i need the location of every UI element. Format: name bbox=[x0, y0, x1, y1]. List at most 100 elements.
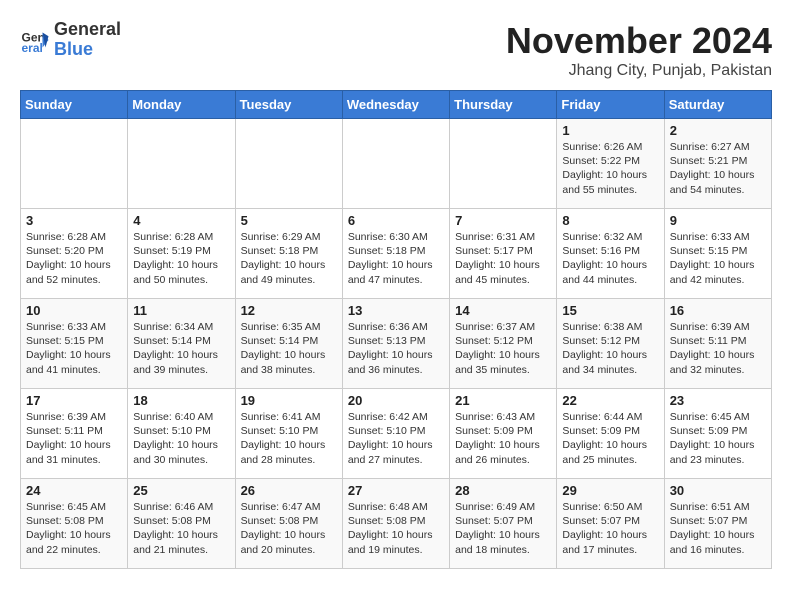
day-number: 22 bbox=[562, 393, 658, 408]
logo-text: General Blue bbox=[54, 20, 121, 60]
day-number: 5 bbox=[241, 213, 337, 228]
day-number: 13 bbox=[348, 303, 444, 318]
day-number: 18 bbox=[133, 393, 229, 408]
day-cell: 7Sunrise: 6:31 AM Sunset: 5:17 PM Daylig… bbox=[450, 209, 557, 299]
weekday-header-row: SundayMondayTuesdayWednesdayThursdayFrid… bbox=[21, 91, 772, 119]
day-cell: 12Sunrise: 6:35 AM Sunset: 5:14 PM Dayli… bbox=[235, 299, 342, 389]
weekday-header-saturday: Saturday bbox=[664, 91, 771, 119]
day-info: Sunrise: 6:36 AM Sunset: 5:13 PM Dayligh… bbox=[348, 320, 444, 377]
calendar-table: SundayMondayTuesdayWednesdayThursdayFrid… bbox=[20, 90, 772, 569]
day-number: 6 bbox=[348, 213, 444, 228]
day-cell: 5 Sunrise: 6:29 AM Sunset: 5:18 PM Daylig… bbox=[235, 209, 342, 299]
day-cell: 29 Sunrise: 6:50 AM Sunset: 5:07 PM Dayli… bbox=[557, 479, 664, 569]
day-cell: 21Sunrise: 6:43 AM Sunset: 5:09 PM Dayli… bbox=[450, 389, 557, 479]
day-cell: 11 Sunrise: 6:34 AM Sunset: 5:14 PM Dayli… bbox=[128, 299, 235, 389]
day-info: Sunrise: 6:29 AM Sunset: 5:18 PM Dayligh… bbox=[241, 230, 337, 287]
day-cell: 25 Sunrise: 6:46 AM Sunset: 5:08 PM Dayli… bbox=[128, 479, 235, 569]
day-info: Sunrise: 6:26 AM Sunset: 5:22 PM Dayligh… bbox=[562, 140, 658, 197]
day-info: Sunrise: 6:51 AM Sunset: 5:07 PM Dayligh… bbox=[670, 500, 766, 557]
week-row-3: 10 Sunrise: 6:33 AM Sunset: 5:15 PM Dayli… bbox=[21, 299, 772, 389]
day-info: Sunrise: 6:49 AM Sunset: 5:07 PM Dayligh… bbox=[455, 500, 551, 557]
day-cell: 27 Sunrise: 6:48 AM Sunset: 5:08 PM Dayli… bbox=[342, 479, 449, 569]
day-info: Sunrise: 6:40 AM Sunset: 5:10 PM Dayligh… bbox=[133, 410, 229, 467]
day-number: 23 bbox=[670, 393, 766, 408]
weekday-header-monday: Monday bbox=[128, 91, 235, 119]
day-cell: 19Sunrise: 6:41 AM Sunset: 5:10 PM Dayli… bbox=[235, 389, 342, 479]
day-info: Sunrise: 6:44 AM Sunset: 5:09 PM Dayligh… bbox=[562, 410, 658, 467]
day-number: 4 bbox=[133, 213, 229, 228]
day-info: Sunrise: 6:37 AM Sunset: 5:12 PM Dayligh… bbox=[455, 320, 551, 377]
day-info: Sunrise: 6:48 AM Sunset: 5:08 PM Dayligh… bbox=[348, 500, 444, 557]
day-number: 26 bbox=[241, 483, 337, 498]
logo-blue-text: Blue bbox=[54, 40, 121, 60]
day-cell: 22 Sunrise: 6:44 AM Sunset: 5:09 PM Dayli… bbox=[557, 389, 664, 479]
weekday-header-wednesday: Wednesday bbox=[342, 91, 449, 119]
day-number: 2 bbox=[670, 123, 766, 138]
day-number: 14 bbox=[455, 303, 551, 318]
day-cell: 23 Sunrise: 6:45 AM Sunset: 5:09 PM Dayli… bbox=[664, 389, 771, 479]
day-info: Sunrise: 6:31 AM Sunset: 5:17 PM Dayligh… bbox=[455, 230, 551, 287]
weekday-header-sunday: Sunday bbox=[21, 91, 128, 119]
day-number: 10 bbox=[26, 303, 122, 318]
day-cell: 6Sunrise: 6:30 AM Sunset: 5:18 PM Daylig… bbox=[342, 209, 449, 299]
week-row-4: 17 Sunrise: 6:39 AM Sunset: 5:11 PM Dayli… bbox=[21, 389, 772, 479]
day-info: Sunrise: 6:32 AM Sunset: 5:16 PM Dayligh… bbox=[562, 230, 658, 287]
week-row-5: 24 Sunrise: 6:45 AM Sunset: 5:08 PM Dayli… bbox=[21, 479, 772, 569]
week-row-2: 3Sunrise: 6:28 AM Sunset: 5:20 PM Daylig… bbox=[21, 209, 772, 299]
day-info: Sunrise: 6:42 AM Sunset: 5:10 PM Dayligh… bbox=[348, 410, 444, 467]
day-number: 28 bbox=[455, 483, 551, 498]
day-cell: 24 Sunrise: 6:45 AM Sunset: 5:08 PM Dayli… bbox=[21, 479, 128, 569]
day-info: Sunrise: 6:28 AM Sunset: 5:19 PM Dayligh… bbox=[133, 230, 229, 287]
day-info: Sunrise: 6:46 AM Sunset: 5:08 PM Dayligh… bbox=[133, 500, 229, 557]
day-cell: 15 Sunrise: 6:38 AM Sunset: 5:12 PM Dayli… bbox=[557, 299, 664, 389]
day-info: Sunrise: 6:35 AM Sunset: 5:14 PM Dayligh… bbox=[241, 320, 337, 377]
day-info: Sunrise: 6:39 AM Sunset: 5:11 PM Dayligh… bbox=[26, 410, 122, 467]
day-cell: 2 Sunrise: 6:27 AM Sunset: 5:21 PM Daylig… bbox=[664, 119, 771, 209]
day-cell: 30 Sunrise: 6:51 AM Sunset: 5:07 PM Dayli… bbox=[664, 479, 771, 569]
day-info: Sunrise: 6:33 AM Sunset: 5:15 PM Dayligh… bbox=[670, 230, 766, 287]
day-number: 27 bbox=[348, 483, 444, 498]
day-info: Sunrise: 6:43 AM Sunset: 5:09 PM Dayligh… bbox=[455, 410, 551, 467]
subtitle: Jhang City, Punjab, Pakistan bbox=[506, 62, 772, 80]
header: Gen eral General Blue November 2024 Jhan… bbox=[20, 20, 772, 80]
day-cell: 20 Sunrise: 6:42 AM Sunset: 5:10 PM Dayli… bbox=[342, 389, 449, 479]
day-info: Sunrise: 6:50 AM Sunset: 5:07 PM Dayligh… bbox=[562, 500, 658, 557]
day-cell: 13 Sunrise: 6:36 AM Sunset: 5:13 PM Dayli… bbox=[342, 299, 449, 389]
day-number: 17 bbox=[26, 393, 122, 408]
day-number: 24 bbox=[26, 483, 122, 498]
day-info: Sunrise: 6:33 AM Sunset: 5:15 PM Dayligh… bbox=[26, 320, 122, 377]
logo-icon: Gen eral bbox=[20, 25, 50, 55]
title-area: November 2024 Jhang City, Punjab, Pakist… bbox=[506, 20, 772, 80]
day-info: Sunrise: 6:38 AM Sunset: 5:12 PM Dayligh… bbox=[562, 320, 658, 377]
day-number: 15 bbox=[562, 303, 658, 318]
day-info: Sunrise: 6:34 AM Sunset: 5:14 PM Dayligh… bbox=[133, 320, 229, 377]
day-cell: 28 Sunrise: 6:49 AM Sunset: 5:07 PM Dayli… bbox=[450, 479, 557, 569]
day-info: Sunrise: 6:45 AM Sunset: 5:08 PM Dayligh… bbox=[26, 500, 122, 557]
day-number: 1 bbox=[562, 123, 658, 138]
day-number: 30 bbox=[670, 483, 766, 498]
day-number: 25 bbox=[133, 483, 229, 498]
day-cell: 4 Sunrise: 6:28 AM Sunset: 5:19 PM Daylig… bbox=[128, 209, 235, 299]
day-cell bbox=[235, 119, 342, 209]
day-info: Sunrise: 6:47 AM Sunset: 5:08 PM Dayligh… bbox=[241, 500, 337, 557]
day-number: 19 bbox=[241, 393, 337, 408]
day-number: 16 bbox=[670, 303, 766, 318]
day-cell bbox=[450, 119, 557, 209]
day-cell: 18 Sunrise: 6:40 AM Sunset: 5:10 PM Dayli… bbox=[128, 389, 235, 479]
day-cell: 1 Sunrise: 6:26 AM Sunset: 5:22 PM Daylig… bbox=[557, 119, 664, 209]
day-info: Sunrise: 6:45 AM Sunset: 5:09 PM Dayligh… bbox=[670, 410, 766, 467]
day-info: Sunrise: 6:28 AM Sunset: 5:20 PM Dayligh… bbox=[26, 230, 122, 287]
day-info: Sunrise: 6:39 AM Sunset: 5:11 PM Dayligh… bbox=[670, 320, 766, 377]
day-cell: 10 Sunrise: 6:33 AM Sunset: 5:15 PM Dayli… bbox=[21, 299, 128, 389]
day-cell: 17 Sunrise: 6:39 AM Sunset: 5:11 PM Dayli… bbox=[21, 389, 128, 479]
day-info: Sunrise: 6:27 AM Sunset: 5:21 PM Dayligh… bbox=[670, 140, 766, 197]
logo: Gen eral General Blue bbox=[20, 20, 121, 60]
day-cell: 3Sunrise: 6:28 AM Sunset: 5:20 PM Daylig… bbox=[21, 209, 128, 299]
day-cell bbox=[342, 119, 449, 209]
day-number: 11 bbox=[133, 303, 229, 318]
day-number: 29 bbox=[562, 483, 658, 498]
weekday-header-friday: Friday bbox=[557, 91, 664, 119]
day-number: 8 bbox=[562, 213, 658, 228]
day-cell bbox=[128, 119, 235, 209]
day-number: 20 bbox=[348, 393, 444, 408]
